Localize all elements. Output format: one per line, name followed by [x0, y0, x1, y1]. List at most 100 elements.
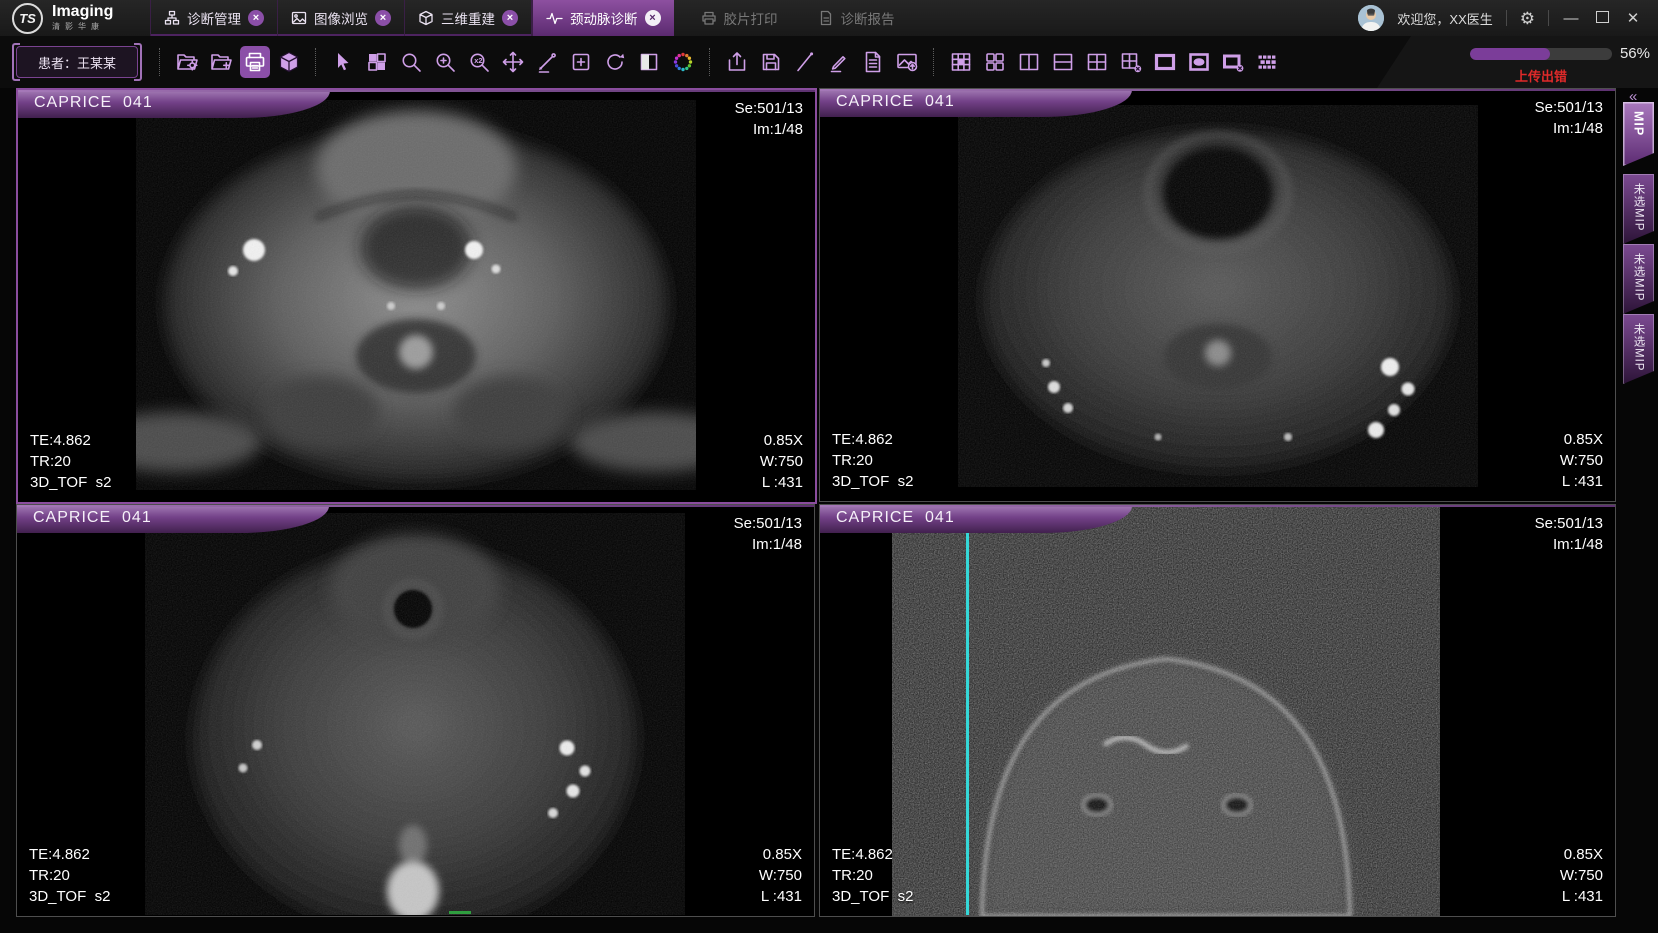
divider — [1548, 10, 1549, 26]
te-value: TE:4.862 — [832, 429, 913, 450]
window-width: W:750 — [1560, 865, 1603, 886]
report-icon — [818, 10, 834, 26]
invert-button[interactable] — [634, 46, 664, 78]
pan-icon — [501, 50, 525, 74]
sidebar-tab-mip[interactable]: MIP — [1623, 102, 1654, 166]
maximize-button[interactable] — [1593, 10, 1611, 27]
series-number: Se:501/13 — [734, 513, 802, 534]
mri-image-axial-1 — [136, 100, 696, 490]
series-number: Se:501/13 — [1535, 97, 1603, 118]
layout-hsplit-icon — [1051, 50, 1075, 74]
viewport-panel-2[interactable]: CAPRICE 041 Se:501/13 Im:1/48 TE:4.862 T… — [819, 88, 1616, 502]
sidebar-tab-mip-unselected-3[interactable]: 未选MIP — [1623, 314, 1654, 384]
mip-tab-label: 未选MIP — [1631, 253, 1647, 301]
probe-tool-button[interactable] — [790, 46, 820, 78]
mip-tab-label: MIP — [1632, 111, 1646, 136]
rotate-button[interactable] — [600, 46, 630, 78]
draw-tool-button[interactable] — [824, 46, 854, 78]
titlebar-right: 欢迎您，XX医生 ⚙ — ✕ — [1358, 0, 1658, 36]
layout-vsplit-button[interactable] — [1014, 46, 1044, 78]
tab-diagnosis-report[interactable]: 诊断报告 — [805, 0, 908, 36]
roi-delete-button[interactable] — [1218, 46, 1248, 78]
folder-settings-icon — [175, 50, 199, 74]
annotation-frame-button[interactable] — [566, 46, 596, 78]
sequence-name: 3D_TOF s2 — [30, 472, 111, 493]
export-icon — [725, 50, 749, 74]
tab-label: 颈动脉诊断 — [570, 8, 638, 28]
acquisition-overlay: TE:4.862 TR:20 3D_TOF s2 — [832, 429, 913, 492]
roi-ellipse-icon — [1187, 50, 1211, 74]
viewport-panel-3[interactable]: CAPRICE 041 Se:501/13 Im:1/48 TE:4.862 T… — [16, 504, 815, 917]
layout-quad-icon — [983, 50, 1007, 74]
zoom-2x-button[interactable]: x2 — [464, 46, 494, 78]
roi-ellipse-button[interactable] — [1184, 46, 1214, 78]
pseudo-color-button[interactable] — [668, 46, 698, 78]
roi-rect-button[interactable] — [1150, 46, 1180, 78]
settings-gear-icon[interactable]: ⚙ — [1520, 10, 1535, 27]
minimize-button[interactable]: — — [1562, 10, 1580, 27]
pointer-tool-button[interactable] — [328, 46, 358, 78]
sitemap-icon — [164, 10, 180, 26]
viewport-panel-4[interactable]: CAPRICE 041 Se:501/13 Im:1/48 TE:4.862 T… — [819, 504, 1616, 917]
tab-film-print[interactable]: 胶片打印 — [688, 0, 791, 36]
window-width: W:750 — [1560, 450, 1603, 471]
filmstrip-button[interactable] — [1252, 46, 1282, 78]
open-study-button[interactable] — [172, 46, 202, 78]
layout-hsplit-button[interactable] — [1048, 46, 1078, 78]
layout-clear-button[interactable] — [1116, 46, 1146, 78]
tab-3d-reconstruction[interactable]: 三维重建 × — [404, 0, 532, 36]
tab-close-icon[interactable]: × — [502, 10, 518, 26]
magnify-button[interactable] — [396, 46, 426, 78]
tab-image-browse[interactable]: 图像浏览 × — [277, 0, 404, 36]
image-upload-icon — [895, 50, 919, 74]
divider — [159, 48, 161, 76]
measure-button[interactable] — [532, 46, 562, 78]
tab-close-icon[interactable]: × — [645, 10, 661, 26]
divider — [933, 48, 935, 76]
tile-compare-button[interactable] — [362, 46, 392, 78]
sidebar-tab-mip-unselected-1[interactable]: 未选MIP — [1623, 174, 1654, 244]
sequence-name: 3D_TOF s2 — [29, 886, 110, 907]
window-close-button[interactable]: ✕ — [1624, 9, 1642, 27]
tab-carotid-diagnosis[interactable]: 颈动脉诊断 × — [532, 0, 674, 36]
print-button[interactable] — [240, 46, 270, 78]
tr-value: TR:20 — [29, 865, 110, 886]
export-button[interactable] — [722, 46, 752, 78]
tab-close-icon[interactable]: × — [375, 10, 391, 26]
save-icon — [759, 50, 783, 74]
divider — [709, 48, 711, 76]
tab-close-icon[interactable]: × — [248, 10, 264, 26]
waveform-icon — [546, 10, 563, 26]
pan-button[interactable] — [498, 46, 528, 78]
notes-button[interactable] — [858, 46, 888, 78]
layout-quad-button[interactable] — [980, 46, 1010, 78]
upload-image-button[interactable] — [892, 46, 922, 78]
image-viewport: CAPRICE 041 Se:501/13 Im:1/48 TE:4.862 T… — [0, 88, 1658, 933]
layout-2x2-button[interactable] — [1082, 46, 1112, 78]
volume-3d-button[interactable] — [274, 46, 304, 78]
user-avatar[interactable] — [1358, 5, 1384, 31]
series-title: CAPRICE 041 — [836, 93, 955, 111]
zoom-in-button[interactable] — [430, 46, 460, 78]
series-info-overlay: Se:501/13 Im:1/48 — [735, 98, 803, 140]
upload-progress-fill — [1470, 48, 1550, 60]
layout-grid-filled-button[interactable] — [946, 46, 976, 78]
sidebar-tab-mip-unselected-2[interactable]: 未选MIP — [1623, 244, 1654, 314]
image-number: Im:1/48 — [1535, 534, 1603, 555]
app-subtitle: 清影华康 — [52, 21, 113, 32]
invert-icon — [637, 50, 661, 74]
te-value: TE:4.862 — [29, 844, 110, 865]
series-title: CAPRICE 041 — [33, 509, 152, 527]
window-width: W:750 — [760, 451, 803, 472]
mri-image-axial-2 — [958, 105, 1478, 487]
tab-diagnosis-management[interactable]: 诊断管理 × — [150, 0, 277, 36]
reference-line[interactable] — [966, 507, 969, 915]
zoom-factor: 0.85X — [1560, 429, 1603, 450]
add-study-button[interactable] — [206, 46, 236, 78]
display-overlay: 0.85X W:750 L :431 — [759, 844, 802, 907]
layout-clear-icon — [1119, 50, 1143, 74]
tr-value: TR:20 — [832, 865, 913, 886]
upload-error-text: 上传出错 — [1470, 66, 1612, 85]
save-button[interactable] — [756, 46, 786, 78]
viewport-panel-1[interactable]: CAPRICE 041 Se:501/13 Im:1/48 TE:4.862 T… — [16, 88, 817, 504]
